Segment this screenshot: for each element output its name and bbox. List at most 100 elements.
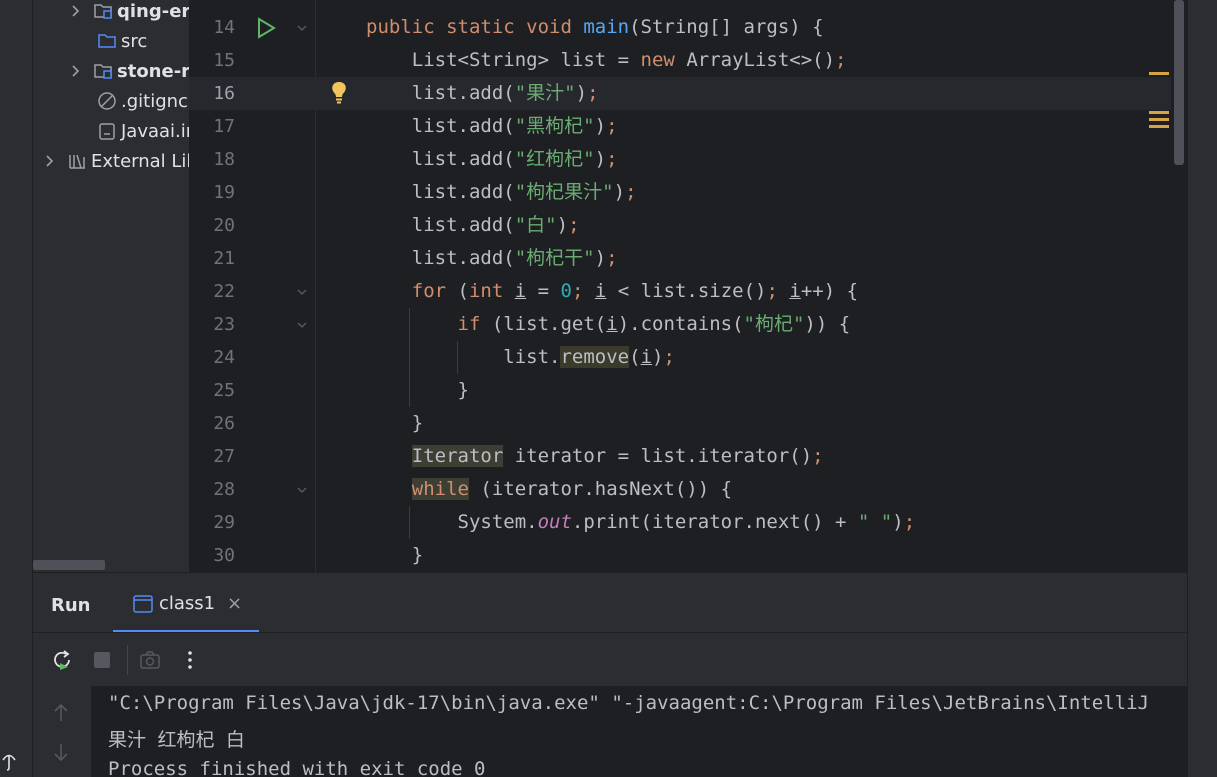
line-number: 19 [213, 182, 235, 203]
code-line[interactable]: 25 } [189, 374, 1187, 407]
run-panel-header: Run class1 × [33, 572, 1187, 633]
fold-arrow-icon[interactable] [297, 23, 307, 33]
code-token: ; [903, 511, 916, 533]
console-output[interactable]: "C:\Program Files\Java\jdk-17\bin\java.e… [91, 686, 1187, 777]
code-line[interactable]: 23 if (list.get(i).contains("枸杞")) { [189, 308, 1187, 341]
code-token: = [526, 280, 561, 302]
code-line[interactable]: 28 while (iterator.hasNext()) { [189, 473, 1187, 506]
close-icon[interactable]: × [227, 593, 242, 614]
code-text: list.add("枸杞干"); [366, 242, 618, 275]
chevron-right-icon[interactable] [43, 154, 57, 168]
code-text: } [366, 374, 469, 407]
tree-item-module[interactable]: qing-er [69, 0, 189, 26]
code-token: "枸杞干" [514, 247, 595, 269]
console-line: "C:\Program Files\Java\jdk-17\bin\java.e… [108, 692, 1149, 714]
code-text: } [366, 407, 423, 440]
code-token: ) [892, 511, 904, 533]
toolbar-separator [127, 645, 128, 675]
right-tool-strip [1187, 0, 1217, 777]
code-line[interactable]: 24 list.remove(i); [189, 341, 1187, 374]
code-line[interactable]: 26 } [189, 407, 1187, 440]
code-token: ) [556, 214, 569, 236]
folder-icon [98, 34, 116, 48]
code-token: "红枸杞" [514, 148, 595, 170]
rerun-icon[interactable] [51, 649, 73, 671]
code-text: public static void main(String[] args) { [366, 11, 824, 44]
tree-item-folder[interactable]: src [97, 26, 147, 56]
code-editor[interactable]: 14 public static void main(String[] args)… [189, 0, 1187, 572]
warning-marker[interactable] [1149, 125, 1169, 128]
fold-arrow-icon[interactable] [297, 485, 307, 495]
tree-item-label: .gitignc [121, 90, 188, 112]
more-options-icon[interactable] [179, 649, 201, 671]
console-side-toolbar [33, 686, 91, 777]
line-number: 15 [213, 50, 235, 71]
tree-item-file[interactable]: Javaai.ir [97, 116, 189, 146]
tree-item-module[interactable]: stone-r [69, 56, 189, 86]
tree-item-label: External Lil [91, 150, 189, 172]
line-number: 14 [213, 17, 235, 38]
code-token: ; [663, 346, 675, 368]
tree-item-libraries[interactable]: External Lil [43, 146, 189, 176]
chevron-right-icon[interactable] [69, 64, 83, 78]
code-token: i [640, 346, 653, 368]
code-token: ) [613, 181, 626, 203]
code-token: ; [606, 148, 618, 170]
code-line[interactable]: 29 System.out.print(iterator.next() + " … [189, 506, 1187, 539]
vertical-scrollbar[interactable] [1171, 0, 1187, 572]
code-line[interactable]: 21 list.add("枸杞干"); [189, 242, 1187, 275]
code-line[interactable]: 18 list.add("红枸杞"); [189, 143, 1187, 176]
lightbulb-icon[interactable] [330, 81, 348, 105]
tab-class1[interactable]: class1 × [113, 585, 259, 633]
line-number: 20 [213, 215, 235, 236]
code-line[interactable]: 30 } [189, 539, 1187, 572]
code-token: ) [594, 247, 607, 269]
warning-marker[interactable] [1149, 111, 1169, 114]
indent-guide [409, 308, 410, 407]
arrow-down-icon[interactable] [53, 742, 69, 762]
warning-marker[interactable] [1149, 118, 1169, 121]
code-token: list. [366, 346, 561, 368]
code-token: "白" [514, 214, 557, 236]
library-icon [69, 154, 85, 169]
umbrella-icon[interactable] [2, 751, 16, 771]
console-line: Process finished with exit code 0 [108, 758, 486, 777]
fold-arrow-icon[interactable] [297, 287, 307, 297]
tree-item-label: Javaai.ir [121, 120, 189, 142]
run-panel-title[interactable]: Run [51, 595, 91, 616]
code-line[interactable]: 27 Iterator iterator = list.iterator(); [189, 440, 1187, 473]
chevron-right-icon[interactable] [69, 4, 83, 18]
code-line[interactable]: 22 for (int i = 0; i < list.size(); i++)… [189, 275, 1187, 308]
horizontal-scrollbar[interactable] [33, 560, 105, 570]
code-token: ; [571, 280, 595, 302]
code-token: i [789, 280, 801, 302]
code-token: ArrayList<>() [686, 49, 836, 71]
code-line[interactable]: 20 list.add("白"); [189, 209, 1187, 242]
scrollbar-thumb[interactable] [1174, 0, 1184, 165]
code-token: 0 [560, 280, 572, 302]
stop-icon[interactable] [91, 649, 113, 671]
code-token: "果汁" [514, 82, 576, 104]
arrow-up-icon[interactable] [53, 703, 69, 723]
tree-item-label: stone-r [117, 60, 189, 82]
fold-arrow-icon[interactable] [297, 320, 307, 330]
camera-icon[interactable] [139, 649, 161, 671]
line-number: 28 [213, 479, 235, 500]
code-token: "枸杞果汁" [514, 181, 614, 203]
code-token: (iterator.hasNext()) { [468, 478, 733, 500]
tree-item-label: qing-er [117, 0, 189, 22]
tree-item-file[interactable]: .gitignc [97, 86, 188, 116]
code-line[interactable]: 19 list.add("枸杞果汁"); [189, 176, 1187, 209]
code-token: ) [594, 148, 607, 170]
code-line[interactable]: 15 List<String> list = new ArrayList<>()… [189, 44, 1187, 77]
code-text: list.add("黑枸杞"); [366, 110, 618, 143]
code-token: } [366, 544, 424, 566]
line-number: 29 [213, 512, 235, 533]
run-icon[interactable] [256, 17, 276, 39]
code-line[interactable]: 17 list.add("黑枸杞"); [189, 110, 1187, 143]
warning-marker[interactable] [1149, 72, 1169, 75]
line-number: 25 [213, 380, 235, 401]
code-line[interactable]: 14 public static void main(String[] args)… [189, 11, 1187, 44]
